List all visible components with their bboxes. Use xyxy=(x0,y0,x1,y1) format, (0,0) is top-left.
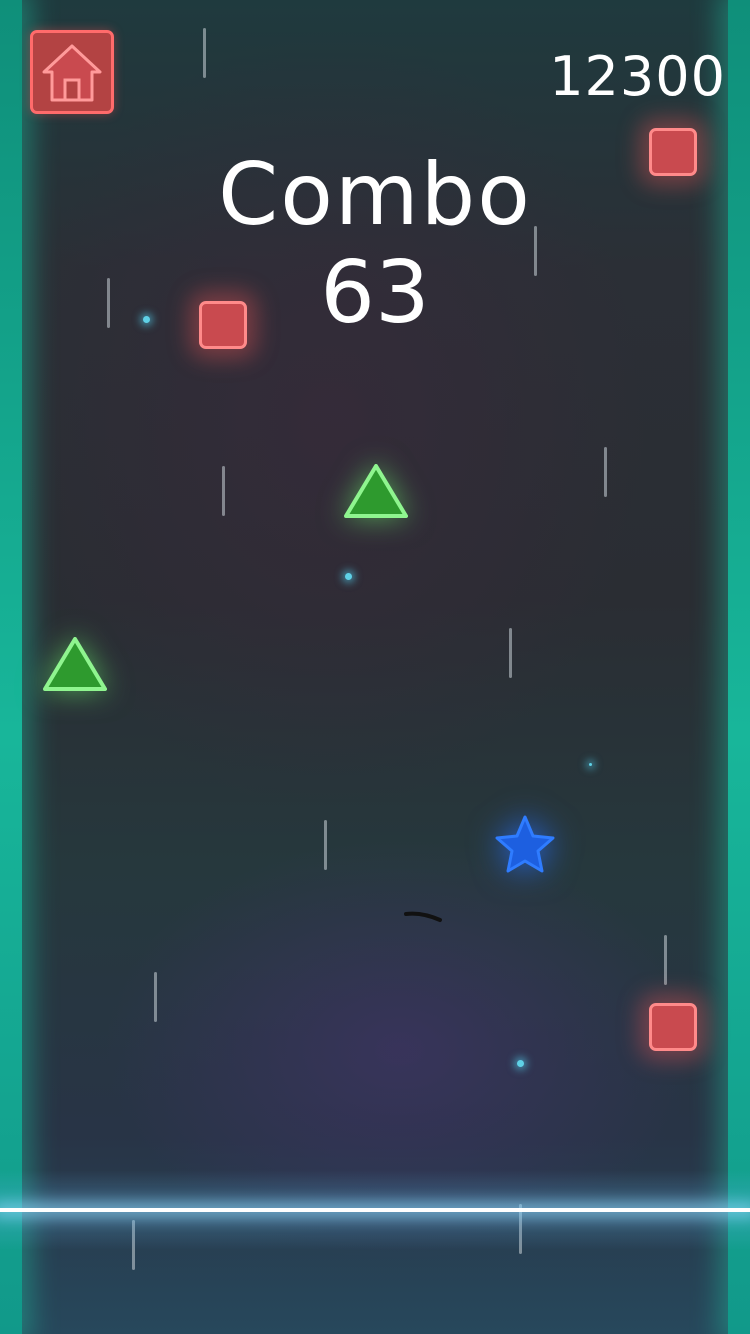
spark-particle xyxy=(517,1060,524,1067)
rain-streak xyxy=(664,935,667,985)
score-value: 12300 xyxy=(549,45,726,108)
rain-streak xyxy=(604,447,607,497)
green-triangle-note[interactable] xyxy=(41,634,109,694)
red-square-note[interactable] xyxy=(649,1003,697,1051)
home-button[interactable] xyxy=(30,30,114,114)
rain-streak xyxy=(154,972,157,1022)
rain-streak xyxy=(222,466,225,516)
player-trail-mark xyxy=(404,911,442,922)
combo-count: 63 xyxy=(320,243,430,343)
hit-line xyxy=(0,1208,750,1212)
blue-star-note[interactable] xyxy=(492,813,558,879)
combo-display: Combo 63 xyxy=(0,152,750,336)
game-stage[interactable]: 12300 Combo 63 xyxy=(0,0,750,1334)
spark-particle xyxy=(589,763,592,766)
combo-label: Combo xyxy=(218,145,532,245)
green-triangle-note[interactable] xyxy=(342,461,410,521)
rain-streak xyxy=(324,820,327,870)
rain-streak xyxy=(203,28,206,78)
spark-particle xyxy=(345,573,352,580)
rain-streak xyxy=(509,628,512,678)
house-icon xyxy=(42,44,102,102)
